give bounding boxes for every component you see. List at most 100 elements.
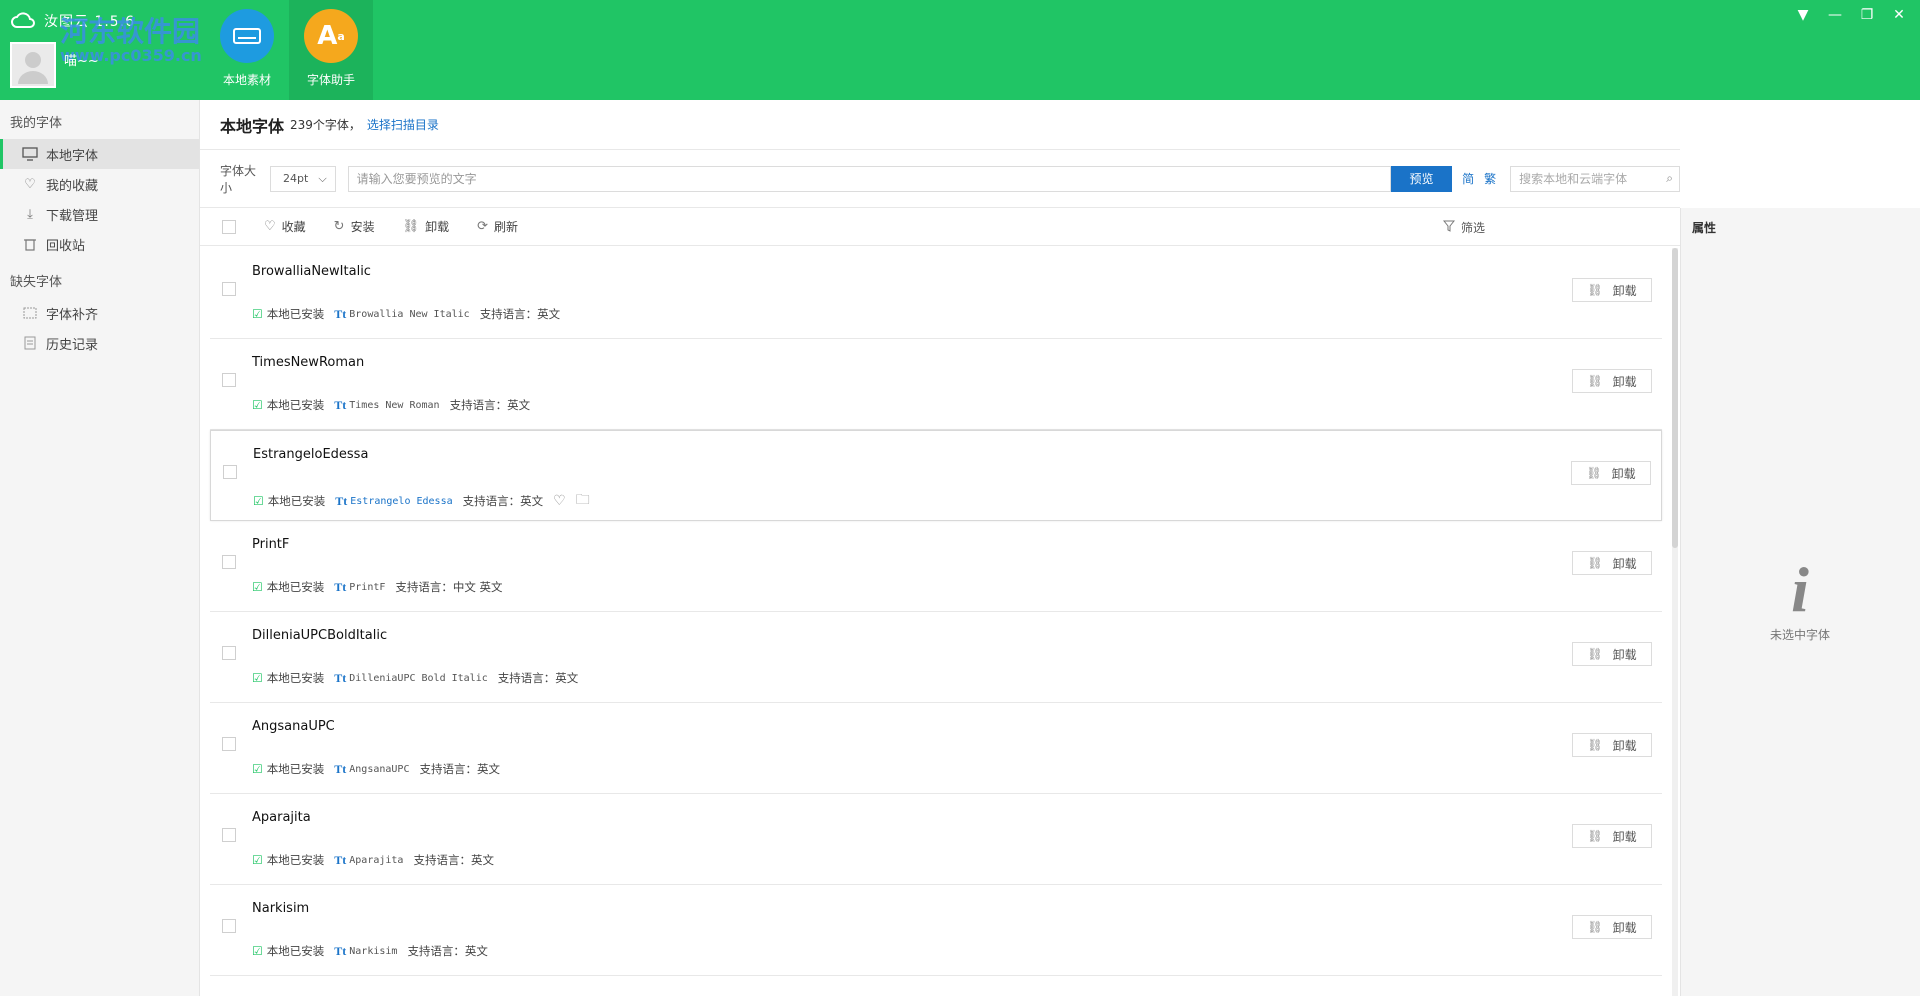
unlink-icon: ⛓: [1587, 829, 1603, 843]
font-meta: ☑ 本地已安装 Tt Estrangelo Edessa 支持语言：英文 ♡ 🗀: [253, 489, 590, 513]
search-icon[interactable]: ⌕: [1666, 171, 1673, 186]
installed-label: 本地已安装: [266, 853, 325, 867]
installed-badge: ☑ 本地已安装: [252, 397, 324, 413]
user-name[interactable]: 喵~~: [64, 50, 99, 69]
close-icon[interactable]: ✕: [1888, 6, 1910, 24]
truetype-icon: Tt: [334, 397, 347, 412]
uninstall-button[interactable]: ⛓ 卸载: [1572, 642, 1652, 666]
font-row[interactable]: PrintF ☑ 本地已安装 Tt PrintF 支持语言：中文 英文 ⛓ 卸载: [210, 521, 1662, 612]
sidebar-item-downloads[interactable]: ⤓ 下载管理: [0, 199, 199, 229]
supported-languages: 支持语言：英文: [462, 494, 544, 508]
uninstall-button[interactable]: ⛓ 卸载: [1571, 461, 1651, 485]
check-icon: ☑: [252, 671, 263, 685]
installed-badge: ☑ 本地已安装: [252, 852, 324, 868]
uninstall-button[interactable]: ⛓ 卸载: [1572, 369, 1652, 393]
font-family-label: Narkisim: [349, 945, 398, 957]
font-row[interactable]: EstrangeloEdessa ☑ 本地已安装 Tt Estrangelo E…: [210, 430, 1662, 521]
font-family-name: Tt Narkisim: [334, 944, 397, 959]
sidebar-item-favorites[interactable]: ♡ 我的收藏: [0, 169, 199, 199]
uninstall-button[interactable]: ⛓ 卸载: [1572, 733, 1652, 757]
installed-badge: ☑ 本地已安装: [252, 579, 324, 595]
uninstall-button[interactable]: ⛓ 卸载: [1572, 915, 1652, 939]
font-size-select[interactable]: 24pt ⌵: [269, 165, 336, 192]
download-icon: ⤓: [27, 206, 33, 222]
select-scan-dir-link[interactable]: 选择扫描目录: [367, 116, 439, 133]
font-family-name: Tt Aparajita: [334, 853, 403, 868]
font-row-checkbox[interactable]: [222, 646, 236, 660]
uninstall-button[interactable]: ⛓ 卸载: [1572, 278, 1652, 302]
sidebar-item-local-fonts[interactable]: 本地字体: [0, 139, 199, 169]
preview-text-input[interactable]: 请输入您要预览的文字: [347, 165, 1391, 192]
folder-icon[interactable]: 🗀: [576, 489, 590, 513]
font-row-checkbox[interactable]: [222, 373, 236, 387]
sidebar-item-label: 下载管理: [46, 208, 99, 224]
tool-label: 安装: [350, 220, 375, 234]
sidebar: 我的字体 本地字体 ♡ 我的收藏 ⤓ 下载管理 回收站 缺失字体 字体补齐 历史…: [0, 100, 200, 996]
install-icon: ↻: [333, 219, 345, 234]
font-meta: ☑ 本地已安装 Tt Aparajita 支持语言：英文: [252, 852, 494, 868]
search-input[interactable]: 搜索本地和云端字体 ⌕: [1510, 165, 1680, 192]
tool-label: 收藏: [281, 220, 306, 234]
install-tool[interactable]: ↻ 安装: [334, 218, 375, 235]
traditional-toggle[interactable]: 繁: [1484, 170, 1496, 187]
sidebar-item-recycle-bin[interactable]: 回收站: [0, 229, 199, 259]
uninstall-button[interactable]: ⛓ 卸载: [1572, 551, 1652, 575]
search-placeholder: 搜索本地和云端字体: [1519, 172, 1628, 186]
simplified-toggle[interactable]: 简: [1462, 170, 1474, 187]
heart-icon[interactable]: ♡: [553, 493, 566, 509]
installed-badge: ☑ 本地已安装: [252, 761, 324, 777]
font-row[interactable]: AngsanaUPC ☑ 本地已安装 Tt AngsanaUPC 支持语言：英文…: [210, 703, 1662, 794]
font-row-checkbox[interactable]: [222, 737, 236, 751]
heart-icon: ♡: [264, 219, 276, 234]
font-row[interactable]: DilleniaUPCBoldItalic ☑ 本地已安装 Tt Dilleni…: [210, 612, 1662, 703]
preview-button[interactable]: 预览: [1390, 165, 1453, 192]
menu-dropdown-icon[interactable]: ▼: [1792, 6, 1814, 24]
uninstall-button[interactable]: ⛓ 卸载: [1572, 824, 1652, 848]
scrollbar[interactable]: [1672, 248, 1678, 996]
font-row[interactable]: Narkisim ☑ 本地已安装 Tt Narkisim 支持语言：英文 ⛓ 卸…: [210, 885, 1662, 976]
nav-font-assistant[interactable]: Aa 字体助手: [289, 0, 373, 100]
favorite-tool[interactable]: ♡ 收藏: [264, 218, 306, 235]
font-row-checkbox[interactable]: [222, 828, 236, 842]
font-row[interactable]: BrowalliaNewItalic ☑ 本地已安装 Tt Browallia …: [210, 248, 1662, 339]
filter-icon: [1442, 220, 1456, 235]
font-family-name: Tt Times New Roman: [334, 398, 439, 413]
font-row-checkbox[interactable]: [222, 919, 236, 933]
font-row[interactable]: Aparajita ☑ 本地已安装 Tt Aparajita 支持语言：英文 ⛓…: [210, 794, 1662, 885]
toolbar: ♡ 收藏 ↻ 安装 ⛓ 卸载 ⟳ 刷新 筛选: [200, 208, 1680, 246]
font-list: BrowalliaNewItalic ☑ 本地已安装 Tt Browallia …: [210, 248, 1662, 976]
sidebar-section-missing-fonts: 缺失字体: [10, 275, 63, 290]
scrollbar-thumb[interactable]: [1672, 248, 1678, 548]
sidebar-item-font-fill[interactable]: 字体补齐: [0, 298, 199, 328]
font-family-name[interactable]: Tt Estrangelo Edessa: [335, 494, 452, 509]
sidebar-item-history[interactable]: 历史记录: [0, 328, 199, 358]
page-title: 本地字体: [220, 116, 285, 136]
unlink-icon: ⛓: [1587, 556, 1603, 570]
nav-local-assets[interactable]: 本地素材: [205, 0, 289, 100]
installed-label: 本地已安装: [266, 307, 325, 321]
filter-tool[interactable]: 筛选: [1442, 208, 1485, 246]
restore-icon[interactable]: ❐: [1856, 6, 1878, 24]
installed-label: 本地已安装: [266, 580, 325, 594]
supported-languages: 支持语言：英文: [497, 671, 579, 685]
minimize-icon[interactable]: —: [1824, 6, 1846, 24]
uninstall-label: 卸载: [1612, 283, 1637, 298]
uninstall-tool[interactable]: ⛓ 卸载: [403, 218, 450, 235]
select-all-checkbox[interactable]: [222, 219, 236, 234]
installed-badge: ☑ 本地已安装: [252, 943, 324, 959]
properties-empty-state: i 未选中字体: [1680, 558, 1920, 643]
font-row-checkbox[interactable]: [222, 555, 236, 569]
sidebar-item-label: 我的收藏: [46, 178, 99, 194]
uninstall-label: 卸载: [1612, 647, 1637, 662]
refresh-tool[interactable]: ⟳ 刷新: [477, 218, 518, 235]
font-row-checkbox[interactable]: [222, 282, 236, 296]
installed-badge: ☑ 本地已安装: [252, 306, 324, 322]
chevron-down-icon: ⌵: [318, 171, 327, 185]
unlink-icon: ⛓: [402, 219, 420, 234]
unlink-icon: ⛓: [1587, 283, 1603, 297]
font-row[interactable]: TimesNewRoman ☑ 本地已安装 Tt Times New Roman…: [210, 339, 1662, 430]
font-row-checkbox[interactable]: [223, 465, 237, 479]
trash-icon: [22, 236, 38, 252]
uninstall-label: 卸载: [1612, 829, 1637, 844]
avatar[interactable]: [10, 42, 56, 88]
